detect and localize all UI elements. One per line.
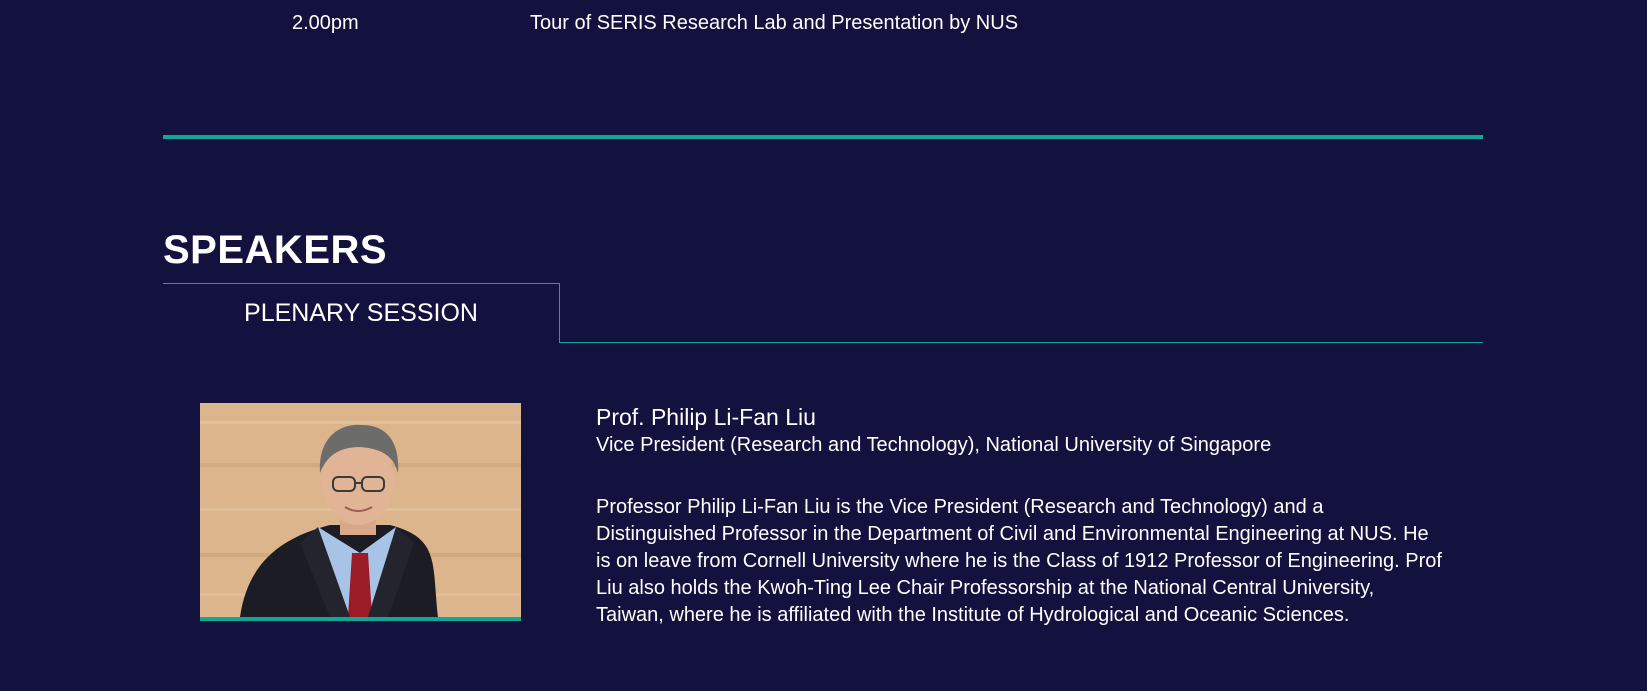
speaker-name: Prof. Philip Li-Fan Liu (596, 404, 816, 430)
speaker-info: Prof. Philip Li-Fan Liu Vice President (… (596, 403, 1456, 629)
tab-plenary-session[interactable]: PLENARY SESSION (163, 283, 560, 343)
page: 2.00pm Tour of SERIS Research Lab and Pr… (0, 0, 1647, 691)
schedule-time: 2.00pm (292, 12, 359, 34)
speaker-photo (200, 403, 521, 621)
speaker-tab-bar: PLENARY SESSION (163, 283, 1483, 343)
speaker-title: Vice President (Research and Technology)… (596, 434, 1272, 456)
tab-baseline (560, 342, 1483, 343)
speaker-bio: Professor Philip Li-Fan Liu is the Vice … (596, 496, 1442, 626)
speakers-heading: SPEAKERS (163, 228, 388, 272)
section-divider (163, 135, 1483, 139)
schedule-row: 2.00pm Tour of SERIS Research Lab and Pr… (0, 12, 1647, 40)
speaker-portrait-image (200, 403, 521, 617)
schedule-description: Tour of SERIS Research Lab and Presentat… (530, 12, 1019, 34)
